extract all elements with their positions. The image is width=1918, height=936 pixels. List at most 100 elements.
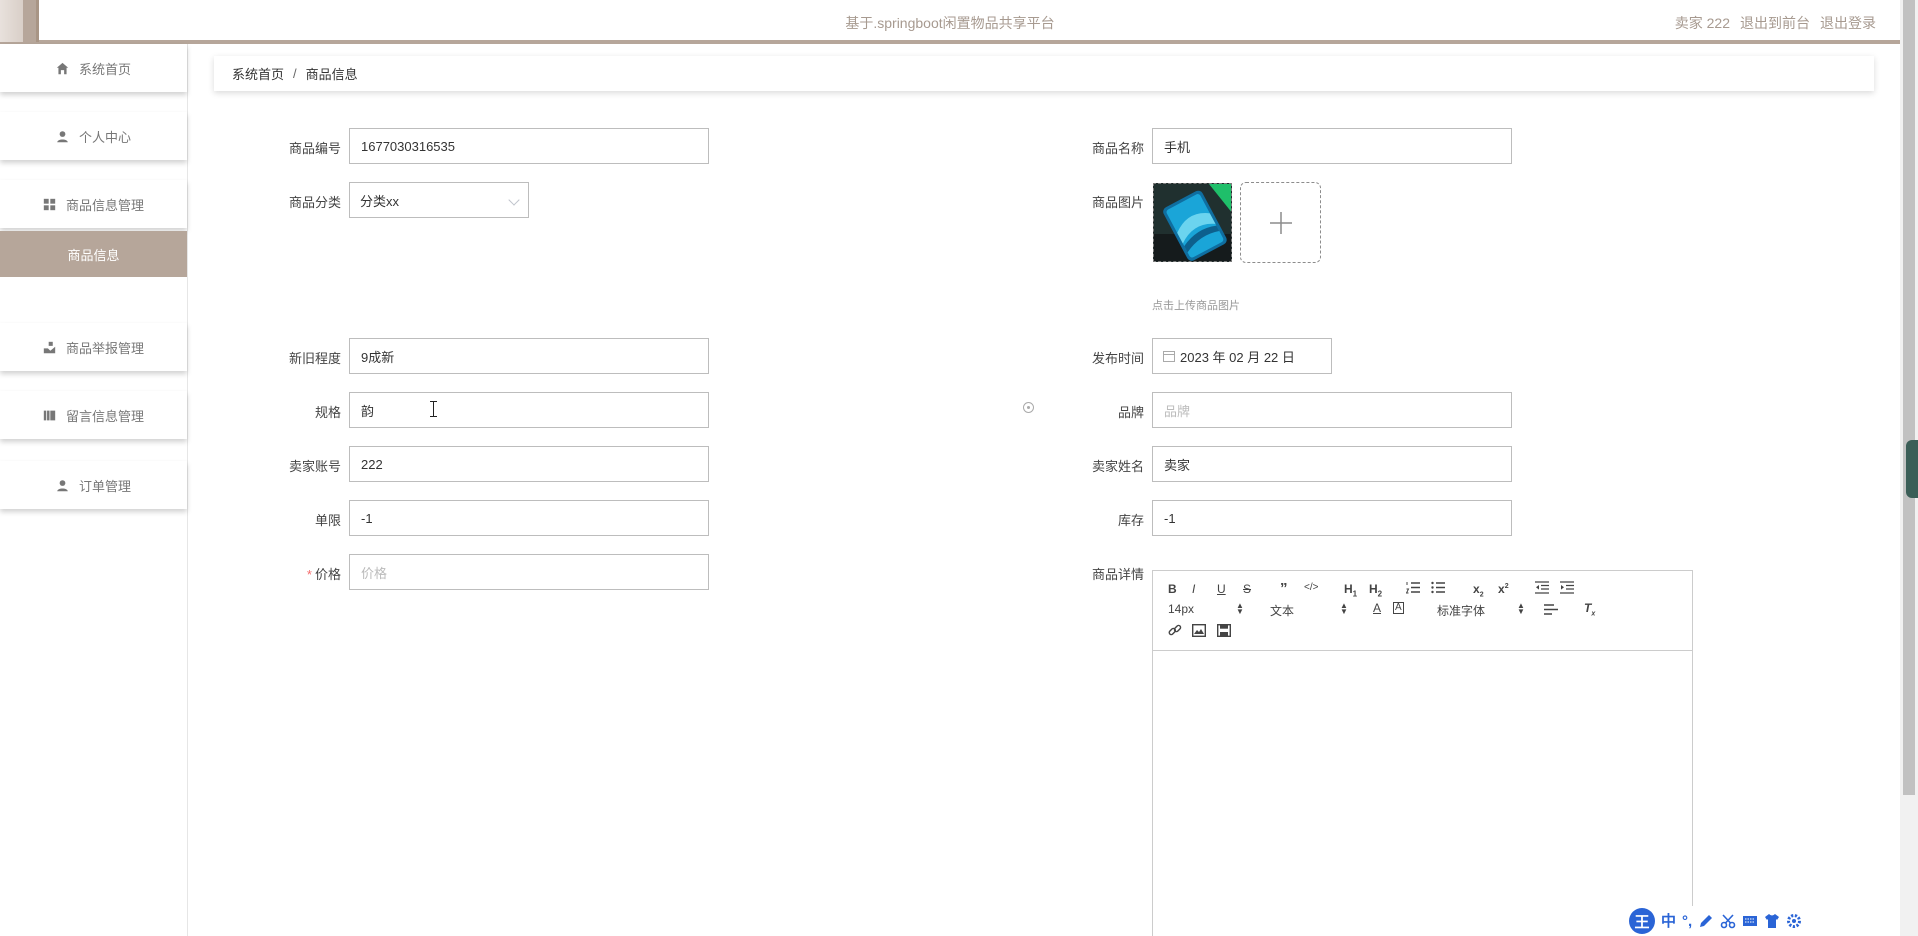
text-cursor xyxy=(430,401,439,417)
font-family-select[interactable]: 标准字体 ▲ ▼ xyxy=(1437,602,1525,619)
italic-icon[interactable]: I xyxy=(1192,582,1195,596)
sidebar-item-label: 商品信息管理 xyxy=(65,197,144,213)
sidebar-item-product-management[interactable]: 商品信息管理 xyxy=(0,180,187,228)
sidebar-item-order-management[interactable]: 订单管理 xyxy=(0,461,187,509)
sidebar-item-label: 留言信息管理 xyxy=(65,408,144,424)
logout-link[interactable]: 退出登录 xyxy=(1820,13,1876,33)
spec-input[interactable]: 韵 xyxy=(349,392,709,428)
sidebar-item-message-management[interactable]: 留言信息管理 xyxy=(0,391,187,439)
phone-image xyxy=(1154,184,1231,261)
report-icon xyxy=(43,341,56,353)
product-no-input[interactable]: 1677030316535 xyxy=(349,128,709,164)
price-label-text: 价格 xyxy=(314,567,341,582)
grid-icon xyxy=(43,198,56,210)
seller-name-input[interactable]: 卖家 xyxy=(1152,446,1512,482)
background-color-icon[interactable]: A xyxy=(1393,602,1404,614)
sidebar-item-home[interactable]: 系统首页 xyxy=(0,44,187,92)
font-size-value: 14px xyxy=(1168,602,1195,616)
editor-toolbar: B I U S ” </> H1 H2 x2 x2 14px ▲ ▼ 文本 ▲ ▼ … xyxy=(1153,571,1692,651)
updown-icon: ▲ ▼ xyxy=(1340,601,1348,616)
required-mark: * xyxy=(306,567,312,582)
settings-icon[interactable] xyxy=(1786,913,1802,929)
scissors-icon[interactable] xyxy=(1720,913,1736,929)
text-type-value: 文本 xyxy=(1270,604,1295,618)
video-icon[interactable] xyxy=(1216,623,1232,640)
condition-input[interactable]: 9成新 xyxy=(349,338,709,374)
seller-account-input[interactable]: 222 xyxy=(349,446,709,482)
link-icon[interactable] xyxy=(1168,624,1182,640)
publish-time-label: 发布时间 xyxy=(1091,351,1144,366)
ordered-list-icon[interactable] xyxy=(1405,581,1420,597)
product-no-label: 商品编号 xyxy=(288,141,341,156)
font-size-select[interactable]: 14px ▲ ▼ xyxy=(1168,602,1244,617)
ime-mode[interactable]: 中 xyxy=(1661,914,1676,929)
code-icon[interactable]: </> xyxy=(1304,582,1318,593)
h2-icon[interactable]: H2 xyxy=(1369,582,1382,598)
clear-format-icon[interactable]: Tx xyxy=(1584,601,1595,617)
limit-label: 单限 xyxy=(314,513,341,528)
detail-label: 商品详情 xyxy=(1091,567,1144,582)
publish-time-value: 2023 年 02 月 22 日 xyxy=(1180,349,1295,365)
image-label: 商品图片 xyxy=(1091,195,1144,210)
keyboard-icon[interactable] xyxy=(1742,913,1758,929)
indent-icon[interactable] xyxy=(1560,581,1574,597)
sidebar-subitem-product-info[interactable]: 商品信息 xyxy=(0,231,187,277)
bold-icon[interactable]: B xyxy=(1168,582,1177,596)
ime-logo[interactable]: 王 xyxy=(1629,908,1655,934)
upload-image-button[interactable] xyxy=(1240,182,1321,263)
radio-icon[interactable] xyxy=(1023,402,1034,413)
shirt-icon[interactable] xyxy=(1764,913,1780,929)
top-header: 基于.springboot闲置物品共享平台 卖家 222 退出到前台 退出登录 xyxy=(0,0,1900,44)
scrollbar-thumb[interactable] xyxy=(1903,0,1915,795)
breadcrumb: 系统首页 / 商品信息 xyxy=(214,56,1874,91)
limit-input[interactable]: -1 xyxy=(349,500,709,536)
price-placeholder: 价格 xyxy=(361,565,388,581)
breadcrumb-home[interactable]: 系统首页 xyxy=(232,64,284,83)
pen-icon[interactable] xyxy=(1698,913,1714,929)
align-icon[interactable] xyxy=(1544,603,1558,619)
stock-input[interactable]: -1 xyxy=(1152,500,1512,536)
underline-icon[interactable]: U xyxy=(1217,582,1226,596)
sidebar-item-report-management[interactable]: 商品举报管理 xyxy=(0,323,187,371)
breadcrumb-current: 商品信息 xyxy=(305,67,358,82)
outdent-icon[interactable] xyxy=(1535,581,1549,597)
punctuation-icon[interactable]: °, xyxy=(1682,914,1692,929)
font-color-icon[interactable]: A xyxy=(1373,601,1381,615)
upload-hint: 点击上传商品图片 xyxy=(1152,300,1240,312)
exit-front-link[interactable]: 退出到前台 xyxy=(1740,13,1810,33)
price-input[interactable]: 价格 xyxy=(349,554,709,590)
image-icon[interactable] xyxy=(1191,623,1207,640)
h1-icon[interactable]: H1 xyxy=(1344,582,1357,598)
updown-icon: ▲ ▼ xyxy=(1236,601,1244,616)
updown-icon: ▲ ▼ xyxy=(1517,601,1525,616)
strike-icon[interactable]: S xyxy=(1243,582,1251,596)
header-links: 卖家 222 退出到前台 退出登录 xyxy=(1675,13,1876,33)
sidebar: 系统首页 个人中心 商品信息管理 商品信息 商品举报管理 留言信息管理 订单管理 xyxy=(0,44,188,936)
editor-content[interactable] xyxy=(1153,651,1692,936)
rich-text-editor: B I U S ” </> H1 H2 x2 x2 14px ▲ ▼ 文本 ▲ ▼ … xyxy=(1152,570,1693,936)
sidebar-item-label: 个人中心 xyxy=(78,129,131,145)
category-value: 分类xx xyxy=(360,193,400,209)
condition-label: 新旧程度 xyxy=(288,351,341,366)
breadcrumb-separator: / xyxy=(293,66,297,81)
sidebar-item-label: 商品举报管理 xyxy=(65,340,144,356)
product-name-input[interactable]: 手机 xyxy=(1152,128,1512,164)
book-icon xyxy=(43,410,56,420)
superscript-icon[interactable]: x2 xyxy=(1498,582,1509,596)
font-family-value: 标准字体 xyxy=(1437,604,1486,618)
price-label: * 价格 xyxy=(231,564,341,583)
publish-time-picker[interactable]: 2023 年 02 月 22 日 xyxy=(1152,338,1332,374)
ime-toolbar: 王 中 °, xyxy=(1625,906,1823,936)
user-icon xyxy=(57,479,68,491)
side-panel-tab[interactable] xyxy=(1906,440,1918,498)
blockquote-icon[interactable]: ” xyxy=(1280,580,1288,597)
product-image-thumbnail[interactable] xyxy=(1153,183,1232,262)
spec-label: 规格 xyxy=(314,405,341,420)
brand-input[interactable]: 品牌 xyxy=(1152,392,1512,428)
category-select[interactable]: 分类xx xyxy=(349,182,529,218)
subscript-icon[interactable]: x2 xyxy=(1473,582,1484,598)
bullet-list-icon[interactable] xyxy=(1431,581,1445,597)
sidebar-item-profile[interactable]: 个人中心 xyxy=(0,112,187,160)
text-type-select[interactable]: 文本 ▲ ▼ xyxy=(1270,602,1348,619)
sidebar-item-label: 订单管理 xyxy=(78,478,131,494)
